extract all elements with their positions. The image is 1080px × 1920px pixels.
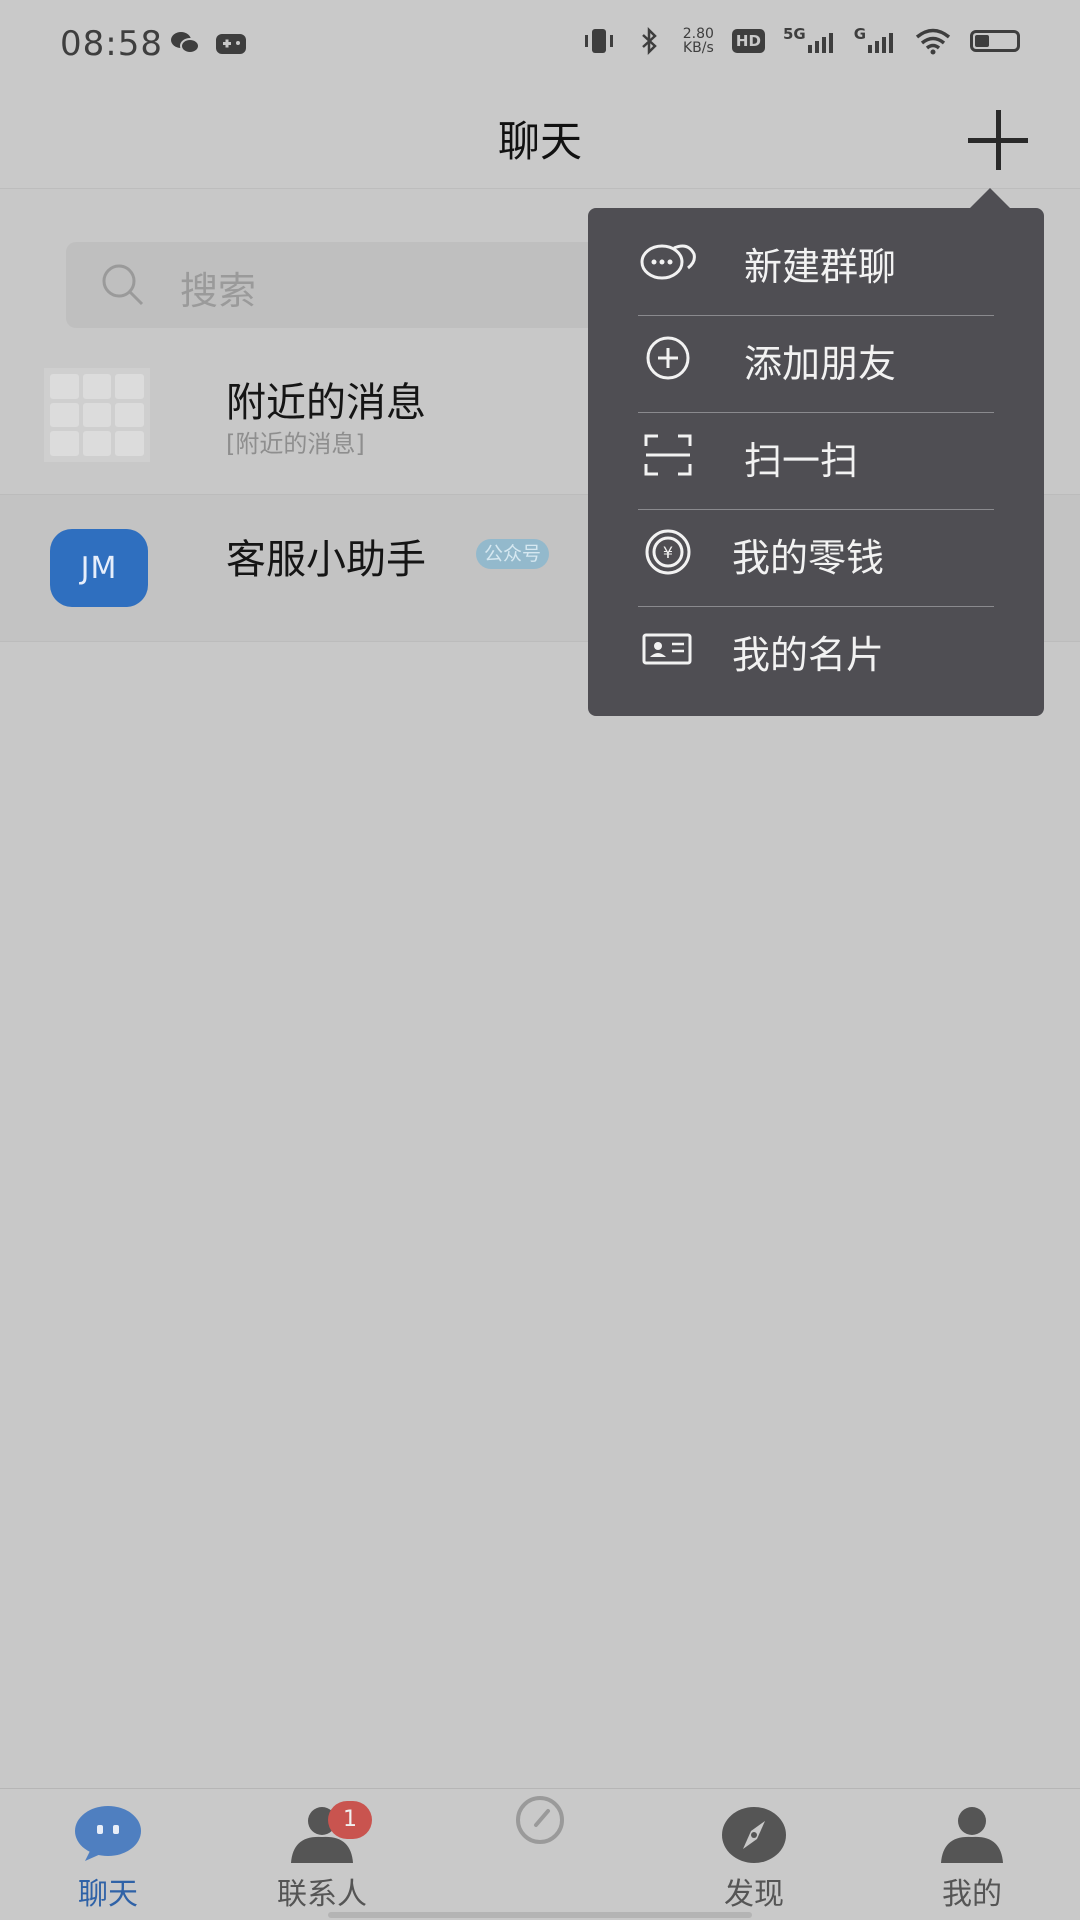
dashboard-icon	[516, 1796, 564, 1844]
popup-arrow	[968, 188, 1012, 210]
signal-g: G	[854, 25, 896, 53]
scan-icon	[644, 434, 692, 476]
network-speed-value: 2.80	[682, 26, 714, 42]
menu-item-add-friend[interactable]: 添加朋友	[638, 309, 994, 406]
nearby-avatar	[44, 368, 150, 462]
signal-bars-icon	[807, 33, 833, 53]
wallet-icon: ¥	[645, 529, 691, 575]
wifi-icon	[915, 28, 951, 55]
network-speed: 2.80 KB/s	[683, 27, 714, 55]
status-system-icons: 2.80 KB/s HD 5G G	[581, 25, 1020, 56]
search-icon	[102, 264, 144, 306]
status-bar: 08:58 2.80 KB/s HD 5G G	[0, 0, 1080, 92]
menu-item-business-card[interactable]: 我的名片	[638, 600, 994, 697]
home-indicator[interactable]	[328, 1912, 752, 1918]
business-card-icon	[642, 633, 692, 665]
chat-name: 客服小助手	[226, 537, 426, 583]
tab-dashboard[interactable]	[450, 1789, 630, 1920]
game-controller-icon	[216, 34, 246, 54]
chat-preview: [附近的消息]	[226, 430, 365, 458]
signal-bars-icon	[868, 33, 893, 53]
add-friend-icon	[646, 336, 690, 380]
menu-item-label: 我的零钱	[732, 536, 885, 580]
menu-item-label: 扫一扫	[744, 439, 859, 483]
compass-icon	[722, 1807, 786, 1863]
tab-label: 发现	[724, 1877, 784, 1912]
plus-menu-button[interactable]	[960, 102, 1036, 178]
header-bar: 聊天	[0, 92, 1080, 189]
menu-item-label: 我的名片	[732, 633, 885, 677]
avatar: JM	[50, 529, 148, 607]
tab-label: 我的	[942, 1877, 1002, 1912]
page-title: 聊天	[497, 117, 582, 166]
svg-text:¥: ¥	[663, 543, 673, 562]
battery-icon	[970, 30, 1020, 52]
official-account-badge: 公众号	[476, 539, 550, 569]
tab-chat[interactable]: 聊天	[18, 1789, 198, 1920]
tab-label: 联系人	[277, 1877, 367, 1912]
hd-badge: HD	[731, 29, 765, 53]
net-5g-label: 5G	[782, 25, 806, 43]
tab-label: 聊天	[78, 1877, 138, 1912]
menu-item-new-group-chat[interactable]: 新建群聊	[638, 212, 994, 309]
tab-contacts[interactable]: 联系人	[232, 1789, 412, 1920]
menu-item-label: 添加朋友	[744, 342, 897, 386]
menu-item-wallet[interactable]: ¥ 我的零钱	[638, 503, 994, 600]
group-chat-icon	[640, 244, 696, 280]
network-speed-unit: KB/s	[682, 40, 714, 56]
chat-name: 附近的消息	[226, 380, 426, 426]
menu-item-label: 新建群聊	[744, 245, 897, 289]
chat-icon	[75, 1806, 141, 1861]
status-notification-icons	[170, 30, 248, 56]
signal-5g: 5G	[783, 25, 836, 53]
chat-screen: 08:58 2.80 KB/s HD 5G G 聊天 搜索 附近的消息 [附近的…	[0, 0, 1080, 1920]
unread-badge: 1	[328, 1801, 372, 1839]
profile-icon	[941, 1807, 1003, 1863]
net-g-label: G	[853, 25, 866, 43]
bottom-tab-bar: 聊天 联系人 1 发现 我的	[0, 1788, 1080, 1920]
tab-discover[interactable]: 发现	[664, 1789, 844, 1920]
menu-item-scan[interactable]: 扫一扫	[638, 406, 994, 503]
vibrate-icon	[584, 29, 613, 53]
plus-popup-menu: 新建群聊 添加朋友 扫一扫 ¥ 我的零钱 我的名片	[588, 208, 1044, 716]
search-placeholder: 搜索	[180, 269, 257, 313]
tab-profile[interactable]: 我的	[882, 1789, 1062, 1920]
bluetooth-icon	[641, 26, 657, 56]
status-time: 08:58	[60, 24, 163, 64]
wechat-icon	[171, 32, 200, 54]
